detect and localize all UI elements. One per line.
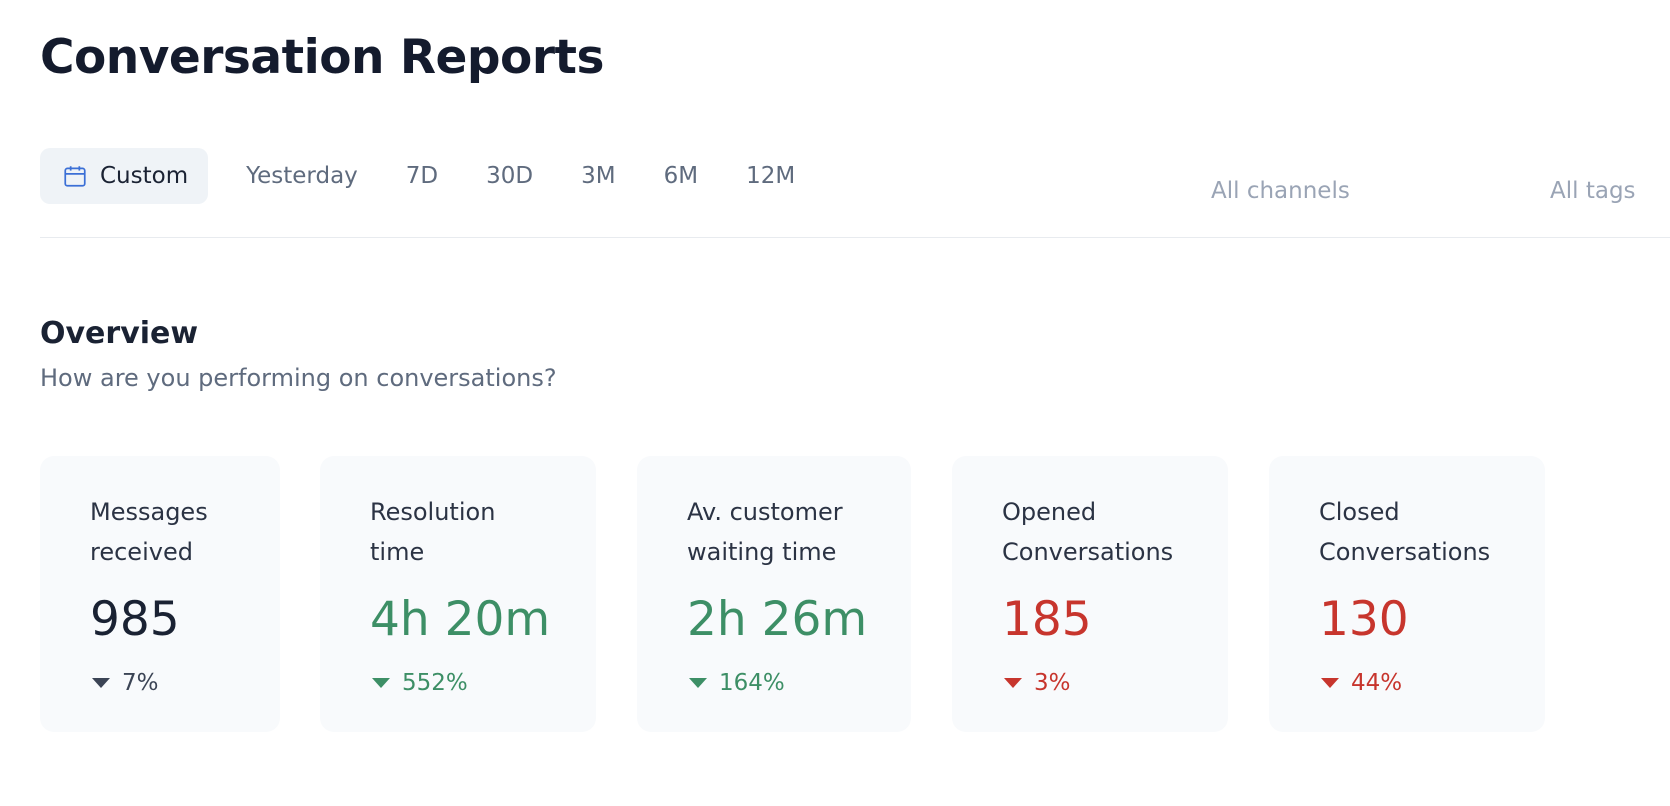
metric-card-resolution-time: Resolution time 4h 20m 552% <box>320 456 596 732</box>
tab-3m[interactable]: 3M <box>581 148 615 204</box>
caret-down-icon <box>689 678 707 688</box>
filter-bar: Custom Yesterday 7D 30D 3M 6M 12M All ch… <box>40 148 1670 238</box>
tab-30d[interactable]: 30D <box>486 148 533 204</box>
overview-title: Overview <box>40 316 199 351</box>
caret-down-icon <box>1321 678 1339 688</box>
overview-subtitle: How are you performing on conversations? <box>40 364 557 392</box>
calendar-icon <box>64 166 86 187</box>
metric-card-closed-conversations: Closed Conversations 130 44% <box>1269 456 1545 732</box>
metric-change-value: 164% <box>719 670 785 696</box>
period-tabs: Custom Yesterday 7D 30D 3M 6M 12M <box>40 148 843 204</box>
metric-value: 4h 20m <box>370 592 551 647</box>
caret-down-icon <box>372 678 390 688</box>
tags-filter[interactable]: All tags <box>1550 178 1636 204</box>
metric-change-value: 7% <box>122 670 159 696</box>
caret-down-icon <box>1004 678 1022 688</box>
metric-card-messages-received: Messages received 985 7% <box>40 456 280 732</box>
tab-7d[interactable]: 7D <box>406 148 438 204</box>
metric-change: 7% <box>90 670 280 696</box>
channels-filter[interactable]: All channels <box>1211 178 1350 204</box>
metric-change: 164% <box>687 670 911 696</box>
metric-value: 2h 26m <box>687 592 868 647</box>
tab-12m[interactable]: 12M <box>746 148 795 204</box>
metric-value: 130 <box>1319 592 1409 647</box>
page-title: Conversation Reports <box>40 30 604 85</box>
metric-change-value: 3% <box>1034 670 1071 696</box>
metric-change: 44% <box>1319 670 1545 696</box>
metric-change: 552% <box>370 670 596 696</box>
metric-label: Messages received <box>90 498 208 566</box>
metric-change: 3% <box>1002 670 1228 696</box>
metric-label: Opened Conversations <box>1002 498 1174 566</box>
tab-label: Custom <box>100 163 189 189</box>
metric-change-value: 44% <box>1351 670 1403 696</box>
metric-card-avg-waiting-time: Av. customer waiting time 2h 26m 164% <box>637 456 911 732</box>
tab-6m[interactable]: 6M <box>664 148 698 204</box>
metric-value: 185 <box>1002 592 1092 647</box>
metric-change-value: 552% <box>402 670 468 696</box>
metric-label: Av. customer waiting time <box>687 498 843 566</box>
metric-label: Closed Conversations <box>1319 498 1491 566</box>
tab-yesterday[interactable]: Yesterday <box>246 148 358 204</box>
metric-label: Resolution time <box>370 498 496 566</box>
tab-custom[interactable]: Custom <box>40 148 209 204</box>
metric-card-opened-conversations: Opened Conversations 185 3% <box>952 456 1228 732</box>
metric-value: 985 <box>90 592 180 647</box>
caret-down-icon <box>92 678 110 688</box>
